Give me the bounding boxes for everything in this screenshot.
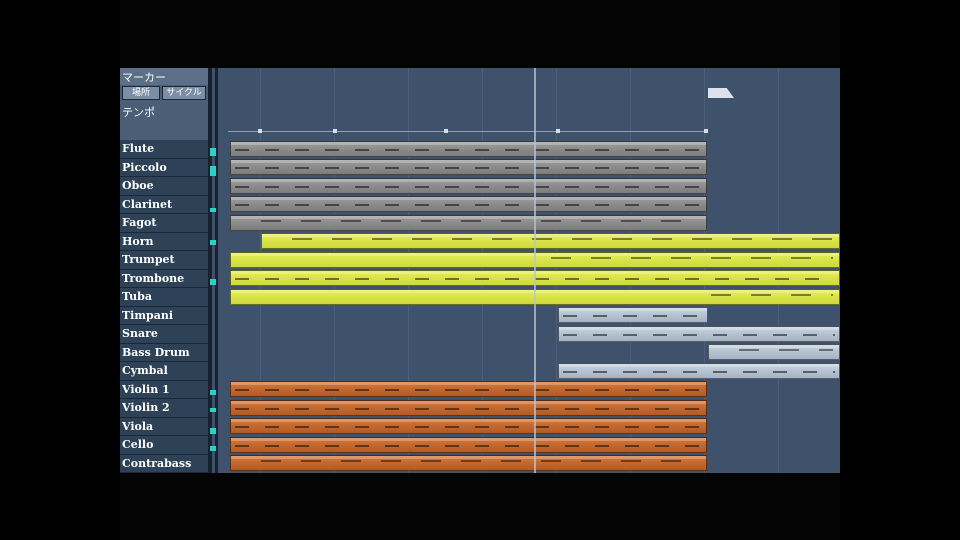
playback-cursor[interactable]	[534, 68, 536, 473]
part-viola[interactable]	[230, 418, 707, 434]
level-meter	[210, 428, 216, 434]
track-label: Trombone	[122, 271, 185, 285]
part-cello[interactable]	[230, 437, 707, 453]
tempo-label: テンポ	[122, 106, 155, 119]
part-clarinet[interactable]	[230, 196, 707, 212]
part-piccolo[interactable]	[230, 159, 707, 175]
part-cymbal[interactable]	[558, 363, 840, 379]
marker-track[interactable]: マーカー	[120, 68, 208, 86]
marker-label: マーカー	[122, 71, 166, 84]
track-label: Bass Drum	[122, 345, 190, 359]
tempo-curve[interactable]	[228, 131, 704, 132]
level-meter	[210, 408, 216, 412]
track-name-flute[interactable]: Flute	[120, 140, 208, 159]
marker-buttons: 場所 サイクル	[120, 85, 208, 100]
track-label: Piccolo	[122, 160, 167, 174]
track-name-trumpet[interactable]: Trumpet	[120, 251, 208, 270]
track-label: Flute	[122, 142, 155, 155]
track-name-bass-drum[interactable]: Bass Drum	[120, 343, 208, 362]
track-name-oboe[interactable]: Oboe	[120, 177, 208, 196]
part-violin-1[interactable]	[230, 381, 707, 397]
level-meter	[210, 208, 216, 212]
track-name-cello[interactable]: Cello	[120, 436, 208, 455]
track-list-divider[interactable]	[208, 68, 212, 473]
track-label: Tuba	[122, 290, 152, 303]
track-name-cymbal[interactable]: Cymbal	[120, 362, 208, 381]
arrange-window: マーカー 場所 サイクル テンポ Flute Piccolo Oboe Clar…	[120, 68, 840, 473]
level-meter	[210, 166, 216, 176]
part-oboe[interactable]	[230, 178, 707, 194]
track-name-tuba[interactable]: Tuba	[120, 288, 208, 307]
level-meter	[210, 390, 216, 395]
tempo-point[interactable]	[333, 129, 337, 133]
part-fagot[interactable]	[230, 215, 707, 231]
tempo-point[interactable]	[444, 129, 448, 133]
track-name-violin-1[interactable]: Violin 1	[120, 380, 208, 399]
track-label: Contrabass	[122, 456, 192, 470]
level-meter	[210, 279, 216, 285]
level-meter	[210, 446, 216, 451]
track-label: Oboe	[122, 179, 154, 192]
track-label: Violin 1	[122, 382, 170, 396]
tempo-point[interactable]	[704, 129, 708, 133]
part-contrabass[interactable]	[230, 455, 707, 471]
level-meter	[210, 148, 216, 156]
cycle-button[interactable]: サイクル	[162, 86, 206, 100]
level-meter	[210, 240, 216, 245]
track-name-violin-2[interactable]: Violin 2	[120, 399, 208, 418]
track-label: Horn	[122, 234, 154, 248]
track-name-horn[interactable]: Horn	[120, 232, 208, 251]
track-label: Cymbal	[122, 364, 168, 377]
part-violin-2[interactable]	[230, 400, 707, 416]
track-name-fagot[interactable]: Fagot	[120, 214, 208, 233]
track-label: Clarinet	[122, 197, 173, 211]
track-label: Viola	[122, 419, 154, 433]
track-name-piccolo[interactable]: Piccolo	[120, 158, 208, 177]
track-label: Timpani	[122, 308, 173, 322]
tempo-track[interactable]: テンポ	[120, 100, 208, 141]
part-horn[interactable]	[261, 233, 840, 249]
track-list: マーカー 場所 サイクル テンポ Flute Piccolo Oboe Clar…	[120, 68, 208, 473]
screen: マーカー 場所 サイクル テンポ Flute Piccolo Oboe Clar…	[120, 0, 840, 540]
track-label: Snare	[122, 327, 158, 340]
part-bass-drum[interactable]	[708, 344, 840, 360]
track-name-contrabass[interactable]: Contrabass	[120, 454, 208, 473]
track-name-clarinet[interactable]: Clarinet	[120, 195, 208, 214]
arrange-area[interactable]	[218, 68, 840, 473]
part-flute[interactable]	[230, 141, 707, 157]
tempo-point[interactable]	[258, 129, 262, 133]
tempo-point[interactable]	[556, 129, 560, 133]
marker-flag[interactable]	[708, 88, 734, 98]
part-snare[interactable]	[558, 326, 840, 342]
track-label: Trumpet	[122, 253, 175, 266]
track-label: Violin 2	[122, 401, 170, 414]
track-name-snare[interactable]: Snare	[120, 325, 208, 344]
track-name-viola[interactable]: Viola	[120, 417, 208, 436]
track-name-trombone[interactable]: Trombone	[120, 269, 208, 288]
track-label: Fagot	[122, 216, 157, 229]
location-button[interactable]: 場所	[122, 86, 160, 100]
part-timpani[interactable]	[558, 307, 708, 323]
track-label: Cello	[122, 438, 154, 451]
track-name-timpani[interactable]: Timpani	[120, 306, 208, 325]
